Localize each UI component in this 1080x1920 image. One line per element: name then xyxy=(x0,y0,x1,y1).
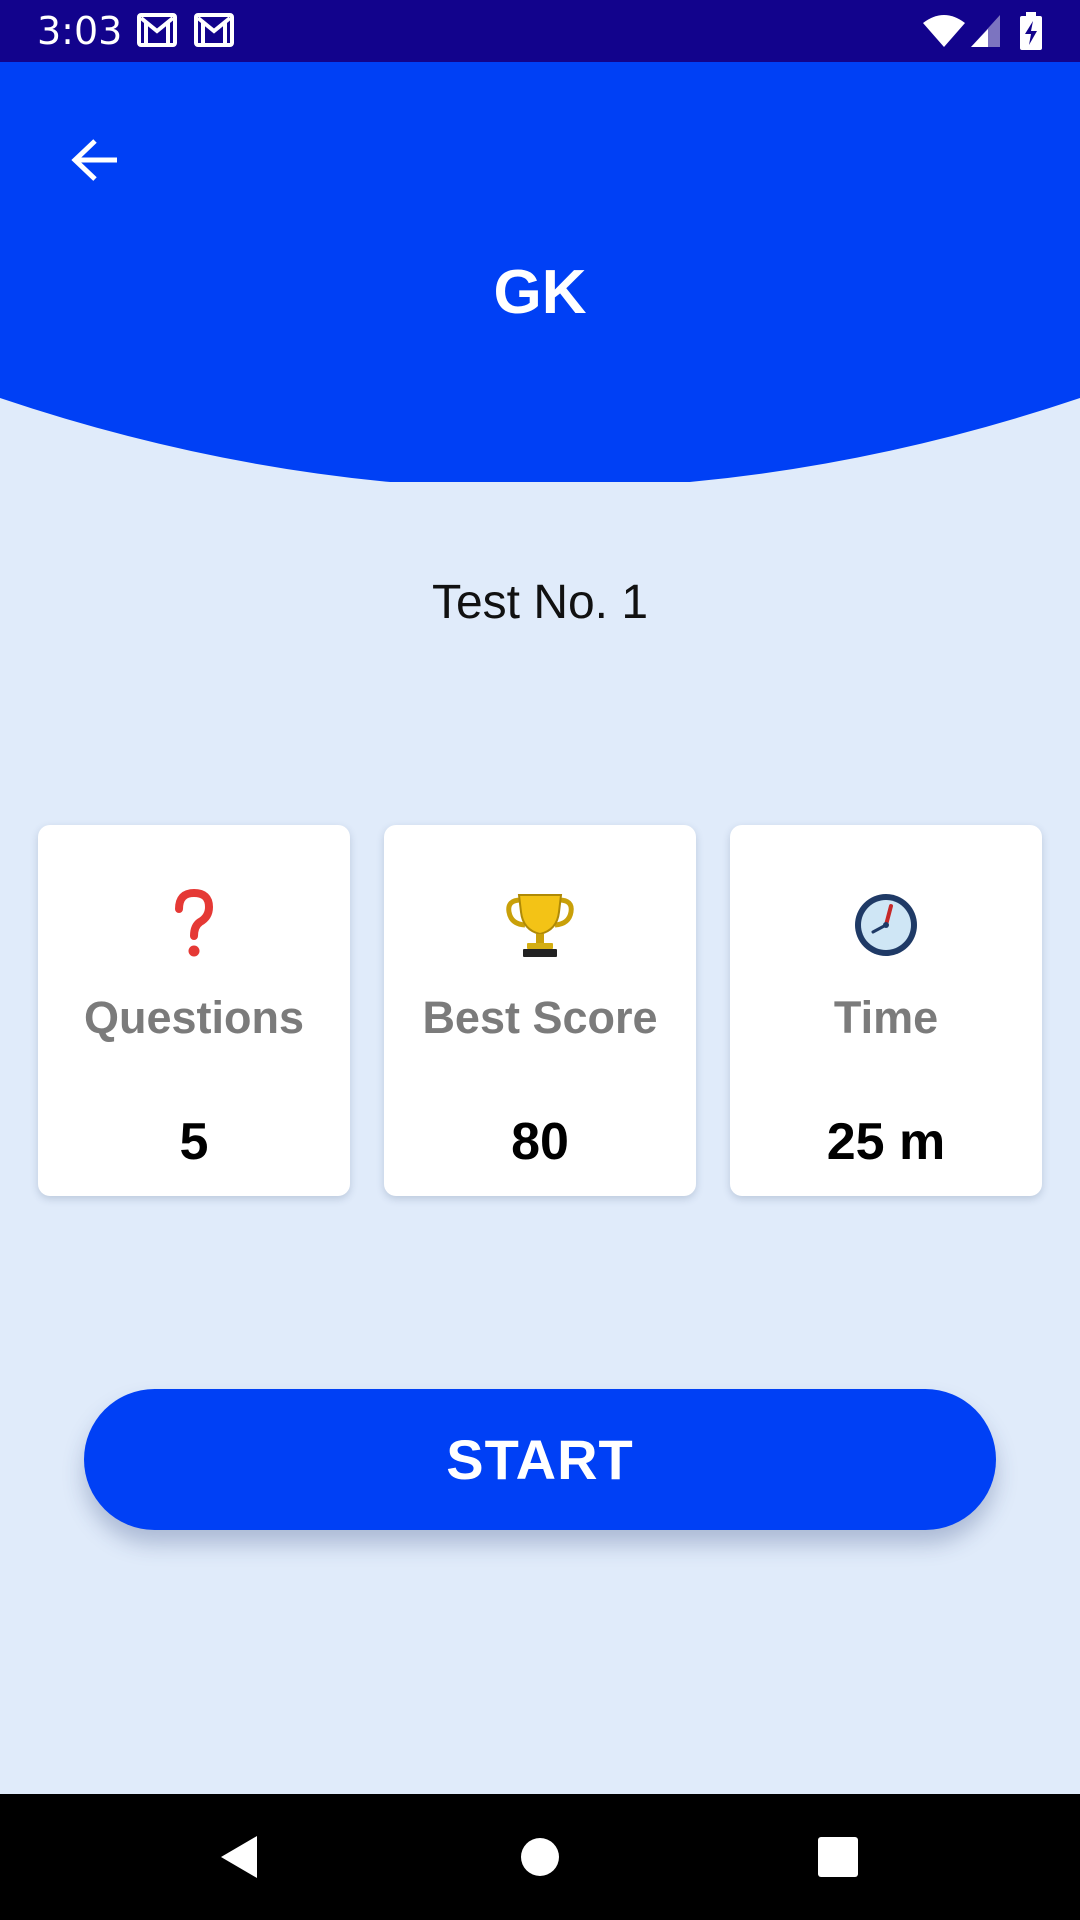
back-triangle-icon xyxy=(221,1836,257,1878)
wifi-icon xyxy=(922,14,966,53)
test-number-label: Test No. 1 xyxy=(431,576,649,629)
questions-card: Questions 5 xyxy=(38,825,350,1196)
nav-home-button[interactable] xyxy=(510,1827,570,1887)
signal-icon xyxy=(970,14,1002,53)
questions-value: 5 xyxy=(179,1113,209,1171)
question-mark-icon xyxy=(38,885,350,965)
battery-charging-icon xyxy=(1020,12,1042,55)
best-score-label: Best Score xyxy=(422,992,658,1043)
back-button[interactable] xyxy=(60,125,130,195)
nav-recents-button[interactable] xyxy=(808,1827,868,1887)
gmail-icon xyxy=(194,13,234,52)
clock-icon xyxy=(730,885,1042,965)
time-card: Time 25 m xyxy=(730,825,1042,1196)
time-label: Time xyxy=(833,992,939,1043)
nav-back-button[interactable] xyxy=(209,1827,269,1887)
home-circle-icon xyxy=(521,1838,559,1876)
status-bar: 3:03 xyxy=(0,0,1080,63)
best-score-card: Best Score 80 xyxy=(384,825,696,1196)
page-title: GK xyxy=(493,258,587,327)
time-value: 25 m xyxy=(826,1113,946,1171)
questions-label: Questions xyxy=(83,992,305,1043)
best-score-value: 80 xyxy=(511,1113,569,1171)
start-button[interactable]: START xyxy=(84,1389,996,1530)
trophy-icon xyxy=(384,885,696,965)
status-time: 3:03 xyxy=(37,9,123,53)
recents-square-icon xyxy=(818,1837,858,1877)
navigation-bar xyxy=(0,1794,1080,1920)
arrow-left-icon xyxy=(71,139,117,181)
gmail-icon xyxy=(137,13,177,52)
